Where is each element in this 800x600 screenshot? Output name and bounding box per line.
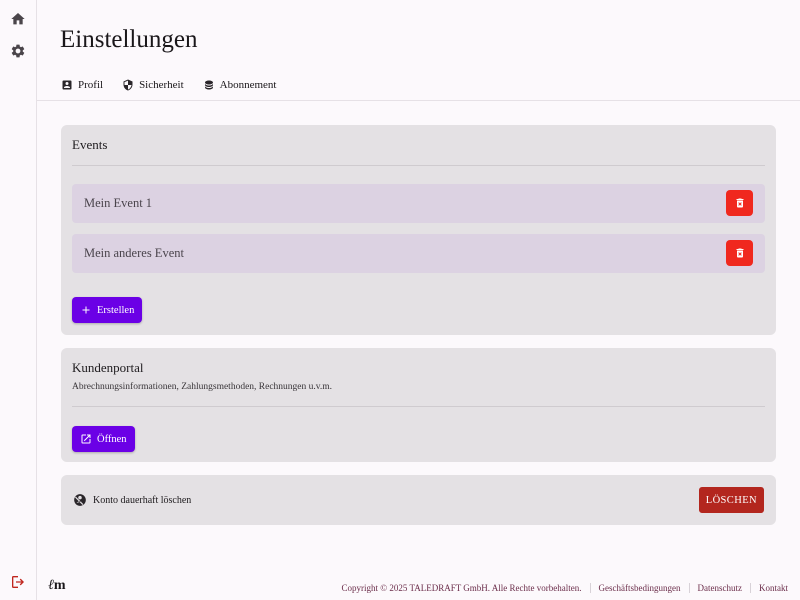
tab-bar: Profil Sicherheit Abonnement bbox=[61, 79, 277, 91]
create-event-button[interactable]: Erstellen bbox=[72, 297, 143, 323]
header: Einstellungen Profil Sicherheit Abonneme… bbox=[37, 0, 800, 101]
open-portal-label: Öffnen bbox=[97, 433, 127, 445]
event-name: Mein Event 1 bbox=[84, 196, 153, 210]
delete-account-text: Konto dauerhaft löschen bbox=[93, 494, 192, 506]
delete-account-row: Konto dauerhaft löschen bbox=[73, 493, 191, 507]
link-contact[interactable]: Kontakt bbox=[759, 583, 788, 593]
logo: ℓm bbox=[48, 578, 66, 594]
delete-event-button[interactable] bbox=[726, 240, 753, 266]
create-event-label: Erstellen bbox=[97, 304, 135, 316]
shield-icon bbox=[122, 79, 134, 91]
events-card: Events Mein Event 1 Mein anderes Event E… bbox=[61, 125, 776, 335]
event-item[interactable]: Mein anderes Event bbox=[72, 234, 765, 273]
sidebar bbox=[0, 0, 37, 600]
footer-links: Copyright © 2025 TALEDRAFT GmbH. Alle Re… bbox=[342, 583, 788, 593]
event-item[interactable]: Mein Event 1 bbox=[72, 184, 765, 223]
delete-icon bbox=[734, 247, 746, 259]
footer-separator bbox=[589, 583, 591, 593]
gear-icon[interactable] bbox=[10, 43, 26, 59]
divider bbox=[72, 165, 765, 166]
no-account-icon bbox=[73, 493, 87, 507]
logo-m: m bbox=[53, 578, 66, 593]
divider bbox=[72, 406, 765, 407]
home-icon[interactable] bbox=[10, 11, 26, 27]
link-privacy[interactable]: Datenschutz bbox=[698, 583, 742, 593]
events-title: Events bbox=[72, 137, 108, 152]
delete-account-button[interactable]: LÖSCHEN bbox=[698, 487, 764, 513]
copyright: Copyright © 2025 TALEDRAFT GmbH. Alle Re… bbox=[341, 583, 582, 593]
open-in-new-icon bbox=[80, 433, 92, 445]
account-box-icon bbox=[61, 79, 73, 91]
footer-separator bbox=[688, 583, 690, 593]
page-title: Einstellungen bbox=[60, 26, 198, 53]
plus-icon bbox=[80, 304, 92, 316]
delete-event-button[interactable] bbox=[726, 190, 753, 216]
portal-title: Kundenportal bbox=[72, 360, 144, 375]
tab-profil-label: Profil bbox=[78, 79, 104, 91]
delete-account-card: Konto dauerhaft löschen LÖSCHEN bbox=[61, 475, 776, 525]
tab-abonnement[interactable]: Abonnement bbox=[203, 79, 277, 91]
event-name: Mein anderes Event bbox=[84, 246, 184, 260]
tab-profil[interactable]: Profil bbox=[61, 79, 103, 91]
footer-separator bbox=[750, 583, 751, 593]
tab-abonnement-label: Abonnement bbox=[219, 79, 277, 91]
open-portal-button[interactable]: Öffnen bbox=[72, 426, 135, 452]
database-icon bbox=[203, 79, 215, 91]
link-terms[interactable]: Geschäftsbedingungen bbox=[599, 583, 681, 593]
portal-card: Kundenportal Abrechnungsinformationen, Z… bbox=[61, 348, 776, 462]
tab-sicherheit[interactable]: Sicherheit bbox=[122, 79, 184, 91]
footer: ℓm Copyright © 2025 TALEDRAFT GmbH. Alle… bbox=[37, 576, 800, 600]
portal-description: Abrechnungsinformationen, Zahlungsmethod… bbox=[72, 382, 333, 392]
tab-sicherheit-label: Sicherheit bbox=[139, 79, 184, 91]
logout-icon[interactable] bbox=[10, 574, 26, 590]
delete-icon bbox=[734, 197, 746, 209]
